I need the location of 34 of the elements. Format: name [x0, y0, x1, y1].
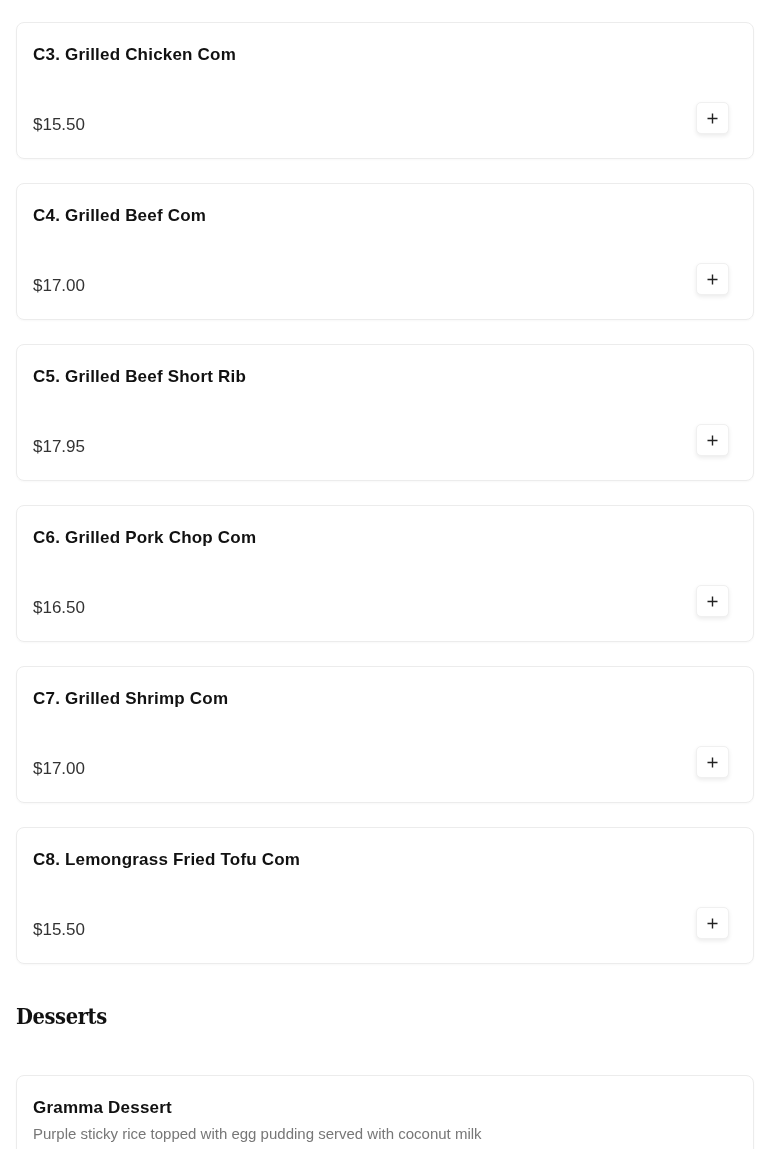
item-description: Purple sticky rice topped with egg pudding served with coconut milk	[33, 1125, 483, 1142]
item-name: C3. Grilled Chicken Com	[33, 45, 237, 65]
item-price: $17.00	[33, 277, 85, 295]
item-price: $17.00	[33, 760, 85, 778]
add-button[interactable]	[696, 746, 729, 778]
item-price: $17.95	[33, 438, 85, 456]
menu-item-card[interactable]: C5. Grilled Beef Short Rib $17.95	[16, 344, 754, 481]
menu-item-card[interactable]: C7. Grilled Shrimp Com $17.00	[16, 666, 754, 803]
plus-icon	[707, 756, 718, 768]
plus-icon	[707, 273, 718, 285]
add-button[interactable]	[696, 907, 729, 939]
item-name: C4. Grilled Beef Com	[33, 206, 208, 226]
section-heading: Desserts	[16, 1004, 108, 1027]
item-name: C8. Lemongrass Fried Tofu Com	[33, 850, 302, 870]
item-name: C6. Grilled Pork Chop Com	[33, 528, 258, 548]
item-price: $15.50	[33, 921, 85, 939]
menu-item-card[interactable]: C3. Grilled Chicken Com $15.50	[16, 22, 754, 159]
item-name: C5. Grilled Beef Short Rib	[33, 367, 247, 387]
add-button[interactable]	[696, 102, 729, 134]
item-price: $16.50	[33, 599, 85, 617]
menu-item-card[interactable]: Gramma Dessert Purple sticky rice topped with egg pudding served with coconut milk	[16, 1075, 754, 1149]
item-name: C7. Grilled Shrimp Com	[33, 689, 230, 709]
item-name: Gramma Dessert	[33, 1098, 173, 1118]
menu-item-card[interactable]: C4. Grilled Beef Com $17.00	[16, 183, 754, 320]
add-button[interactable]	[696, 263, 729, 295]
add-button[interactable]	[696, 424, 729, 456]
plus-icon	[707, 112, 718, 124]
plus-icon	[707, 595, 718, 607]
plus-icon	[707, 434, 718, 446]
item-price: $15.50	[33, 116, 85, 134]
menu-item-card[interactable]: C6. Grilled Pork Chop Com $16.50	[16, 505, 754, 642]
plus-icon	[707, 917, 718, 929]
menu-item-card[interactable]: C8. Lemongrass Fried Tofu Com $15.50	[16, 827, 754, 964]
add-button[interactable]	[696, 585, 729, 617]
